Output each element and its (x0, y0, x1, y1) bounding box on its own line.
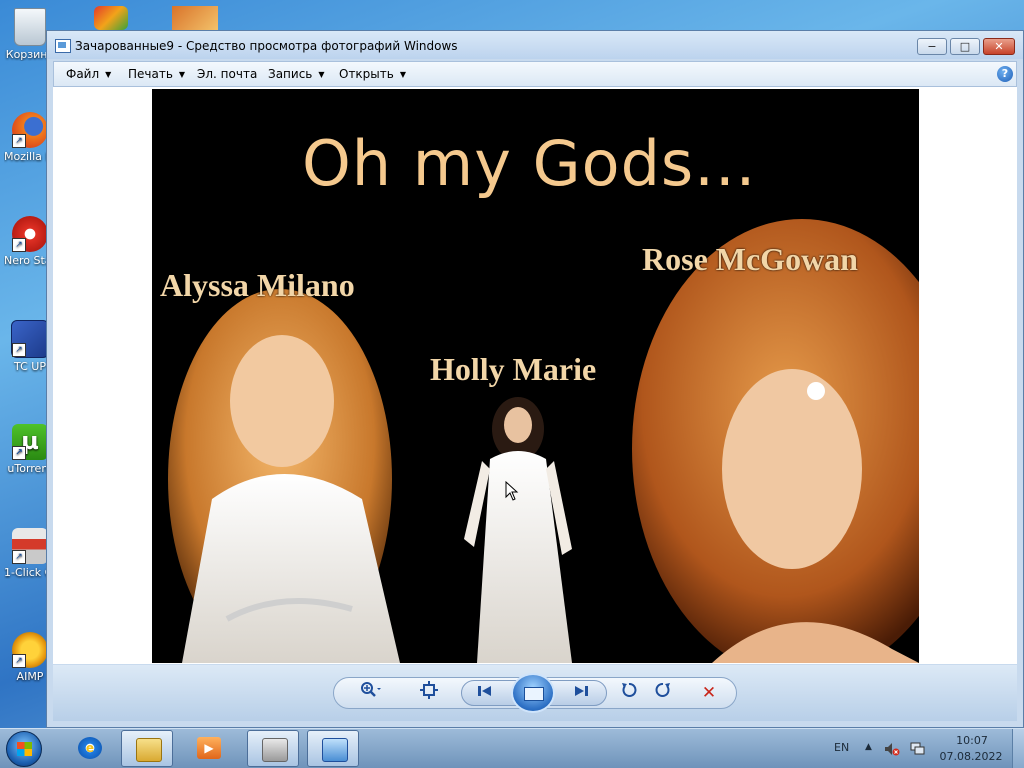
window-title: Зачарованные9 - Средство просмотра фотог… (75, 39, 458, 53)
image-canvas: Oh my Gods... Alyssa Milano Holly Marie … (53, 87, 1017, 664)
internet-explorer-icon: e (78, 737, 102, 759)
taskbar-windows-explorer[interactable] (121, 730, 173, 767)
photo-title-text: Oh my Gods... (302, 127, 757, 200)
taskbar-internet-explorer[interactable]: e (64, 730, 116, 767)
caption-center: Holly Marie (430, 351, 597, 387)
windows-explorer-icon (136, 738, 162, 762)
photo-viewer-icon (322, 738, 348, 762)
displayed-photo[interactable]: Oh my Gods... Alyssa Milano Holly Marie … (152, 89, 919, 663)
cleaner-icon: ↗ (12, 528, 48, 564)
start-button[interactable] (6, 731, 42, 767)
clock-time[interactable]: 10:07 (942, 734, 1002, 747)
shortcut-arrow-icon: ↗ (12, 238, 26, 252)
taskbar-photo-viewer[interactable] (307, 730, 359, 767)
shortcut-arrow-icon: ↗ (12, 654, 26, 668)
menu-print-label: Печать (128, 67, 173, 81)
desktop-icon-partial[interactable] (172, 6, 218, 30)
center-figure (464, 397, 572, 663)
shortcut-arrow-icon: ↗ (12, 343, 26, 357)
help-icon[interactable]: ? (997, 66, 1013, 82)
menu-open-label: Открыть (339, 67, 394, 81)
photo-viewer-app-icon (55, 39, 71, 53)
chevron-down-icon: ▼ (399, 70, 406, 79)
nero-icon: ↗ (12, 216, 48, 252)
rotate-clockwise-icon[interactable] (651, 681, 675, 705)
control-bar: ✕ (53, 665, 1017, 721)
taskbar-installer[interactable] (247, 730, 299, 767)
delete-icon[interactable]: ✕ (697, 681, 721, 705)
installer-icon (262, 738, 288, 762)
minimize-button[interactable]: − (917, 38, 947, 55)
total-commander-icon: ↗ (11, 320, 49, 358)
menu-burn-label: Запись (268, 67, 313, 81)
photo-viewer-window: Зачарованные9 - Средство просмотра фотог… (46, 30, 1024, 728)
left-figure (168, 289, 400, 663)
shortcut-arrow-icon: ↗ (12, 134, 26, 148)
rotate-counterclockwise-icon[interactable] (617, 681, 641, 705)
show-desktop-button[interactable] (1012, 729, 1024, 768)
chevron-down-icon: ▼ (178, 70, 186, 79)
close-button[interactable]: ✕ (983, 38, 1015, 55)
menu-file-label: Файл (66, 67, 100, 81)
utorrent-icon: µ ↗ (12, 424, 48, 460)
windows-logo-icon (17, 742, 32, 756)
menu-bar: Файл ▼ Печать ▼ Эл. почта Запись ▼ Открыть ▼… (53, 61, 1017, 87)
zoom-icon[interactable] (359, 681, 383, 705)
actual-size-icon[interactable] (417, 681, 441, 705)
media-player-icon: ▶ (197, 737, 221, 759)
menu-burn[interactable]: Запись ▼ (268, 67, 325, 81)
recycle-bin-icon (14, 8, 46, 46)
chevron-down-icon: ▼ (105, 70, 112, 79)
language-indicator[interactable]: EN (834, 741, 849, 754)
show-hidden-icons-icon[interactable]: ▲ (865, 742, 872, 752)
menu-file[interactable]: Файл ▼ (66, 67, 111, 81)
desktop-icon-partial[interactable] (94, 6, 128, 30)
right-figure (632, 219, 919, 663)
aimp-icon: ↗ (12, 632, 48, 668)
taskbar: e ▶ EN ▲ 10:07 07.08.2022 (0, 728, 1024, 768)
caption-right: Rose McGowan (642, 241, 858, 277)
title-bar[interactable]: Зачарованные9 - Средство просмотра фотог… (47, 31, 1023, 59)
next-icon[interactable] (569, 681, 593, 705)
taskbar-media-player[interactable]: ▶ (183, 730, 235, 767)
clock-date[interactable]: 07.08.2022 (934, 750, 1008, 763)
maximize-button[interactable]: □ (950, 38, 980, 55)
caption-left: Alyssa Milano (160, 267, 355, 303)
shortcut-arrow-icon: ↗ (12, 446, 26, 460)
menu-email[interactable]: Эл. почта (197, 67, 257, 81)
previous-icon[interactable] (473, 681, 497, 705)
slideshow-icon (524, 687, 544, 701)
firefox-icon: ↗ (12, 112, 48, 148)
menu-email-label: Эл. почта (197, 67, 258, 81)
shortcut-arrow-icon: ↗ (12, 550, 26, 564)
menu-print[interactable]: Печать ▼ (128, 67, 185, 81)
network-icon[interactable] (910, 742, 925, 755)
volume-muted-icon[interactable] (884, 742, 900, 756)
chevron-down-icon: ▼ (318, 70, 325, 79)
slideshow-button[interactable] (511, 673, 555, 713)
menu-open[interactable]: Открыть ▼ (339, 67, 406, 81)
mouse-cursor-icon (505, 481, 519, 501)
